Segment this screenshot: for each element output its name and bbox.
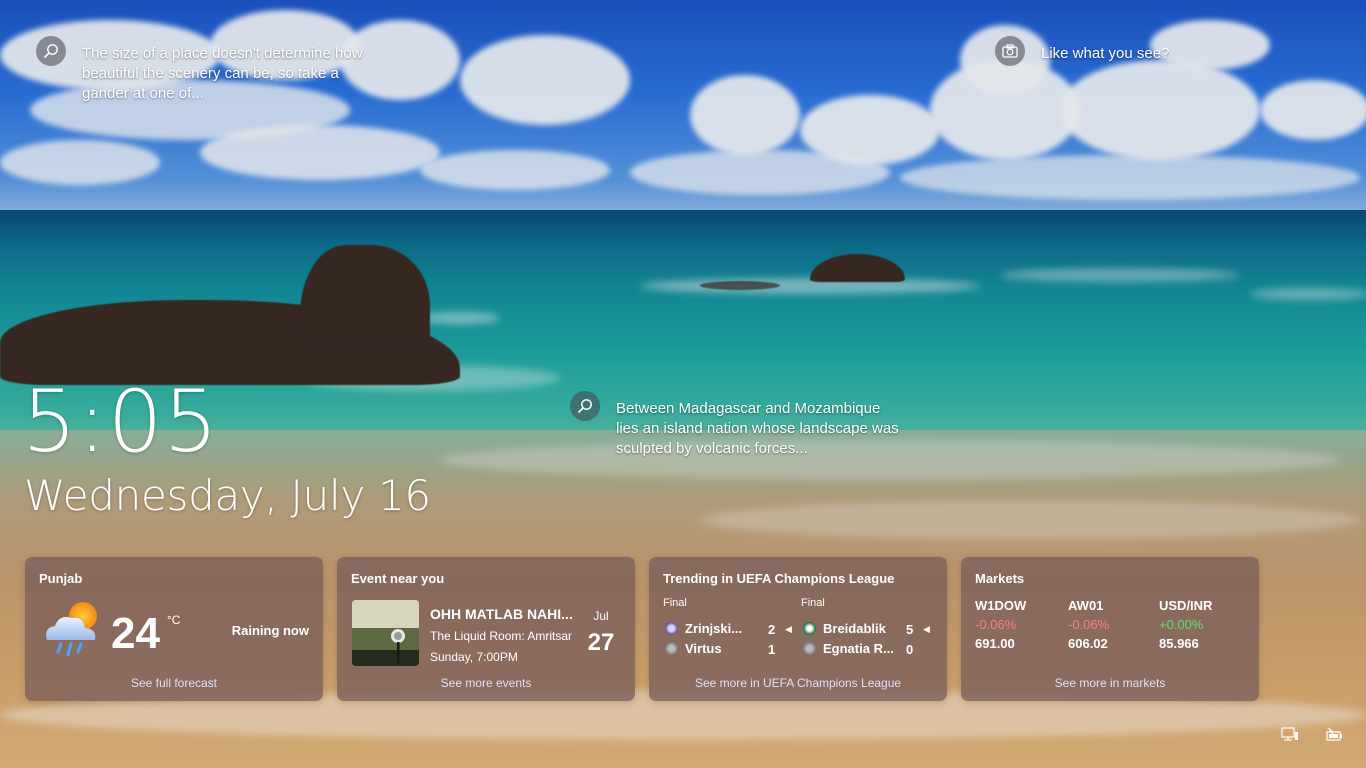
markets-card[interactable]: Markets W1DOW -0.06% 691.00 AW01 -0.06% … — [961, 557, 1259, 701]
team-name: Breidablik — [823, 621, 886, 636]
spotlight-hint-middle[interactable]: Between Madagascar and Mozambique lies a… — [570, 391, 900, 459]
match-team-row: Virtus — [665, 641, 722, 656]
network-icon[interactable] — [1281, 727, 1299, 743]
event-name: OHH MATLAB NAHI... — [430, 606, 573, 622]
team-crest-icon — [803, 642, 816, 655]
event-venue: The Liquid Room: Amritsar — [430, 629, 573, 643]
winner-arrow-icon: ◀ — [923, 624, 930, 634]
match-team-row: Egnatia R... — [803, 641, 894, 656]
match-team-row: Zrinjski... — [665, 621, 742, 636]
market-value: 85.966 — [1159, 636, 1199, 651]
partly-cloudy-rain-icon — [46, 602, 97, 657]
search-icon — [36, 36, 66, 66]
team-crest-icon — [803, 622, 816, 635]
sports-card[interactable]: Trending in UEFA Champions League Final … — [649, 557, 947, 701]
sports-card-title: Trending in UEFA Champions League — [663, 571, 895, 586]
camera-icon — [995, 36, 1025, 66]
match-team-row: Breidablik — [803, 621, 886, 636]
event-card[interactable]: Event near you OHH MATLAB NAHI... The Li… — [337, 557, 635, 701]
battery-icon[interactable] — [1325, 727, 1343, 743]
match-status: Final — [663, 597, 687, 609]
team-crest-icon — [665, 642, 678, 655]
weather-condition: Raining now — [231, 623, 309, 638]
team-score: 1 — [768, 642, 776, 657]
team-crest-icon — [665, 622, 678, 635]
see-more-events-link[interactable]: See more events — [337, 676, 635, 690]
market-symbol: W1DOW — [975, 598, 1027, 613]
see-more-in-markets-link[interactable]: See more in markets — [961, 676, 1259, 690]
weather-card[interactable]: Punjab 24 °C Raining now See full foreca… — [25, 557, 323, 701]
team-score: 2 — [768, 622, 776, 637]
temperature-unit: °C — [167, 613, 181, 627]
lock-screen-date: Wednesday, July 16 — [24, 471, 431, 520]
winner-arrow-icon: ◀ — [785, 624, 792, 634]
search-icon — [570, 391, 600, 421]
team-name: Egnatia R... — [823, 641, 894, 656]
market-change: +0.00% — [1159, 617, 1204, 632]
market-symbol: USD/INR — [1159, 598, 1213, 613]
weather-location: Punjab — [39, 571, 83, 586]
event-card-title: Event near you — [351, 571, 445, 586]
team-score: 0 — [906, 642, 914, 657]
market-value: 691.00 — [975, 636, 1015, 651]
event-thumbnail — [352, 600, 419, 666]
market-change: -0.06% — [975, 617, 1017, 632]
hint-text: The size of a place doesn't determine ho… — [82, 45, 363, 102]
spotlight-hint-right[interactable]: Like what you see? — [995, 36, 1255, 66]
market-symbol: AW01 — [1068, 598, 1104, 613]
market-change: -0.06% — [1068, 617, 1110, 632]
lock-screen-time: 5:05 — [22, 372, 220, 472]
markets-card-title: Markets — [975, 571, 1025, 586]
spotlight-hint-left[interactable]: The size of a place doesn't determine ho… — [36, 36, 376, 104]
hint-text: Between Madagascar and Mozambique lies a… — [616, 400, 899, 457]
temperature: 24 — [111, 609, 160, 658]
see-full-forecast-link[interactable]: See full forecast — [25, 676, 323, 690]
event-time: Sunday, 7:00PM — [430, 650, 518, 664]
see-more-uefa-link[interactable]: See more in UEFA Champions League — [649, 676, 947, 690]
team-name: Virtus — [685, 641, 722, 656]
event-month: Jul — [593, 609, 609, 623]
event-day: 27 — [587, 629, 615, 656]
market-value: 606.02 — [1068, 636, 1108, 651]
team-name: Zrinjski... — [685, 621, 743, 636]
match-status: Final — [801, 597, 825, 609]
hint-text: Like what you see? — [1041, 45, 1170, 62]
team-score: 5 — [906, 622, 914, 637]
